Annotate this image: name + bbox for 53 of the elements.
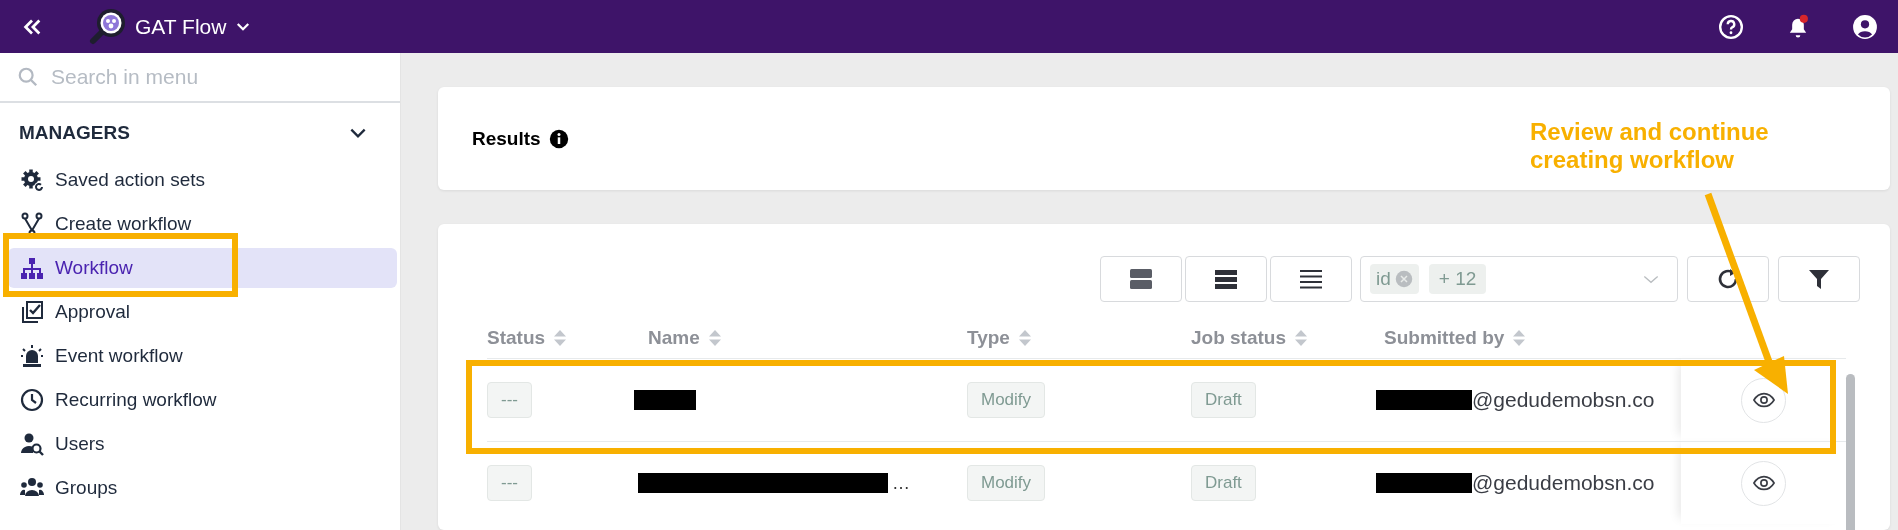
email-text: @gedudemobsn.co bbox=[1472, 388, 1655, 412]
sidebar-item[interactable]: Event workflow bbox=[8, 336, 397, 376]
fork-icon bbox=[20, 212, 44, 236]
status-tag: --- bbox=[487, 465, 532, 501]
more-columns-count: + 12 bbox=[1428, 264, 1487, 294]
checklist-icon bbox=[20, 300, 44, 324]
email-text: @gedudemobsn.co bbox=[1472, 471, 1655, 495]
sidebar-item[interactable]: Create workflow bbox=[8, 204, 397, 244]
density-button[interactable] bbox=[1270, 256, 1352, 302]
three-rows-icon bbox=[1214, 267, 1238, 291]
sidebar-item[interactable]: Recurring workflow bbox=[8, 380, 397, 420]
type-tag: Modify bbox=[967, 465, 1046, 501]
user-search-icon bbox=[20, 432, 44, 456]
sidebar-item[interactable]: Workflow bbox=[8, 248, 397, 288]
sort-icon bbox=[1512, 329, 1527, 347]
search-field[interactable]: Search in menu bbox=[49, 64, 353, 90]
sort-icon bbox=[1294, 329, 1309, 347]
results-title: Results bbox=[472, 127, 541, 150]
filter-button[interactable] bbox=[1778, 256, 1860, 302]
clock-icon bbox=[20, 388, 44, 412]
density-button[interactable] bbox=[1185, 256, 1267, 302]
sort-icon bbox=[553, 329, 568, 347]
job-status-tag: Draft bbox=[1191, 465, 1256, 501]
two-rows-icon bbox=[1129, 267, 1153, 291]
sidebar-item[interactable]: Users bbox=[8, 424, 397, 464]
app-switcher[interactable]: GAT Flow bbox=[87, 6, 253, 47]
status-tag: --- bbox=[487, 382, 532, 418]
density-button[interactable] bbox=[1100, 256, 1182, 302]
section-title: MANAGERS bbox=[19, 122, 130, 144]
sidebar-item[interactable]: Groups bbox=[8, 468, 397, 508]
refresh-button[interactable] bbox=[1687, 256, 1769, 302]
sidebar-item[interactable]: Saved action sets bbox=[8, 160, 397, 200]
filter-icon bbox=[1807, 267, 1831, 291]
user-icon[interactable] bbox=[1852, 13, 1878, 40]
view-button[interactable] bbox=[1741, 377, 1786, 423]
search-icon bbox=[17, 66, 39, 88]
name-text: … bbox=[891, 472, 910, 494]
sort-icon bbox=[1017, 329, 1032, 347]
list-lines-icon bbox=[1299, 267, 1323, 291]
help-icon[interactable] bbox=[1718, 13, 1744, 40]
annotation-text: Review and continue creating workflow bbox=[1530, 118, 1770, 174]
sidebar-item[interactable]: Approval bbox=[8, 292, 397, 332]
gear-icon bbox=[20, 168, 44, 192]
sitemap-icon bbox=[20, 256, 44, 280]
job-status-tag: Draft bbox=[1191, 382, 1256, 418]
info-icon[interactable] bbox=[548, 128, 569, 149]
magnifier-logo-icon bbox=[87, 6, 127, 47]
scrollbar[interactable] bbox=[1846, 374, 1855, 530]
view-button[interactable] bbox=[1741, 460, 1786, 506]
chip-label: id bbox=[1376, 268, 1391, 290]
sort-icon bbox=[707, 329, 722, 347]
type-tag: Modify bbox=[967, 382, 1046, 418]
siren-icon bbox=[20, 344, 44, 368]
